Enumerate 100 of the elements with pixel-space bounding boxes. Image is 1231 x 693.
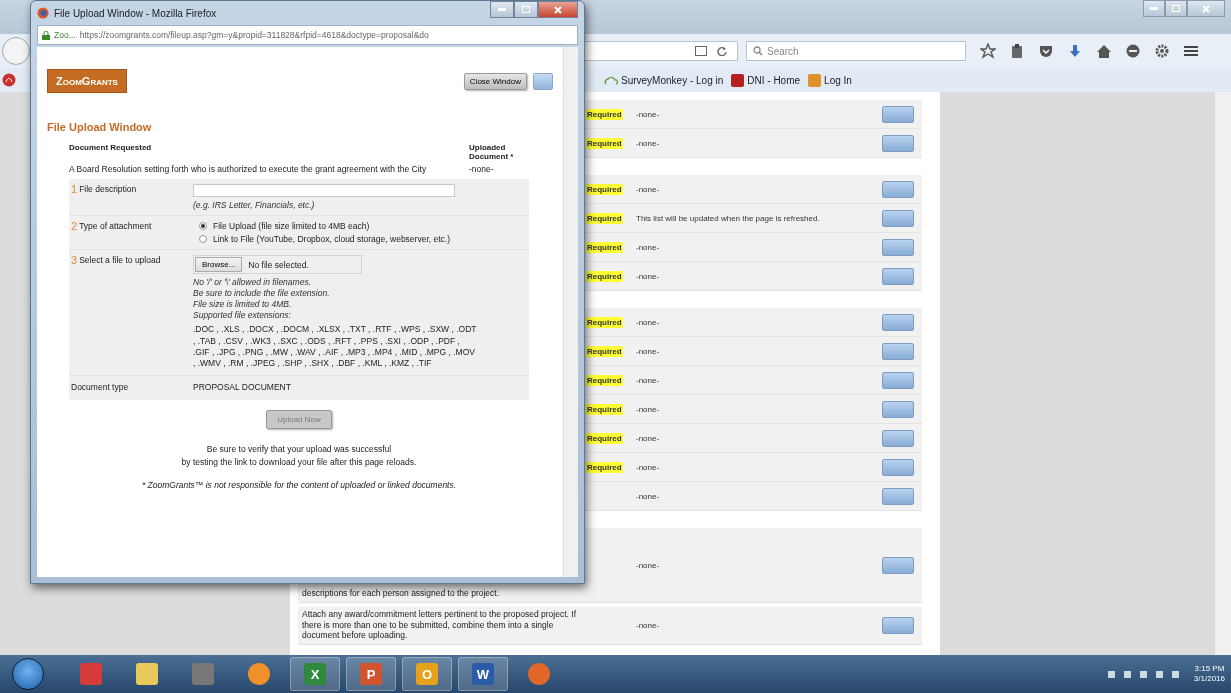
required-label: Required [586,374,623,386]
menu-icon[interactable] [1183,43,1199,59]
clock-date: 3/1/2016 [1193,674,1225,685]
bookmark-link[interactable]: SurveyMonkey - Log in [602,74,726,86]
document-type-value: PROPOSAL DOCUMENT [193,381,291,392]
verify-note: Be sure to verify that your upload was successful [205,442,393,456]
step-label: Type of attachment [79,221,152,232]
column-header: Uploaded Document * [469,143,515,161]
bookmark-link[interactable]: DNI - Home [729,73,803,87]
address-bar[interactable]: Zoo... https://zoomgrants.com/fileup.asp?gm=y&propid=311828&rfpid=4618&doctype=proposal&do [37,25,578,45]
upload-status: -none- [635,491,661,501]
upload-note: No '/' or '\' allowed in filenames. [193,277,312,288]
pdf-bookmark-icon[interactable] [2,73,16,87]
search-icon [753,46,763,56]
start-button[interactable] [12,658,44,690]
row-button[interactable] [882,313,914,331]
row-button[interactable] [882,105,914,123]
close-window-button[interactable]: Close Window [463,72,527,90]
row-button[interactable] [882,180,914,198]
required-label: Required [586,108,623,120]
bookmark-icon [808,73,822,87]
upload-note: Be sure to include the file extension. [193,288,331,299]
verify-note: by testing the link to download your file after this page reloads. [180,455,418,469]
minimize-button[interactable] [490,1,514,18]
radio-button[interactable] [199,235,207,244]
slides-app-icon: P [360,663,382,685]
row-button[interactable] [882,429,914,447]
reload-icon[interactable] [717,46,727,56]
maximize-icon [1172,5,1180,12]
required-label: Required [586,212,623,224]
step-number: 3 [71,255,78,267]
step-label: Select a file to upload [79,255,161,266]
site-identity: Zoo... [54,30,76,40]
maximize-button[interactable] [514,1,538,18]
upload-status: -none- [635,184,661,194]
file-status: No file selected. [248,259,309,270]
row-button[interactable] [882,134,914,152]
home-icon[interactable] [1096,43,1112,59]
bookmark-link[interactable]: Log In [806,73,854,87]
row-button[interactable] [882,487,914,505]
document-description: descriptions for each person assigned to the project. [301,587,501,601]
row-button[interactable] [882,616,914,634]
search-field[interactable]: Search [746,41,966,61]
upload-status: -none- [635,462,661,472]
scrollbar[interactable] [1214,92,1231,655]
clock-time: 3:15 PM [1193,663,1225,674]
column-header: Document Requested [69,143,152,154]
download-arrow-icon[interactable] [1067,43,1083,59]
document-name: A Board Resolution setting forth who is authorized to execute the grant agreement with the City [69,164,428,176]
taskbar-app-button[interactable]: P [346,657,396,691]
taskbar-app-button[interactable]: X [290,657,340,691]
required-label: Required [586,137,623,149]
row-button[interactable] [882,371,914,389]
row-button[interactable] [882,238,914,256]
radio-button[interactable] [199,222,207,231]
bookmark-icon [731,73,745,87]
required-label: Required [586,461,623,473]
mail-app-icon: O [416,663,438,685]
close-button[interactable] [538,1,578,18]
browse-button[interactable]: Browse... [195,257,243,273]
option-label: Link to File (YouTube, Dropbox, cloud storage, webserver, etc.) [213,234,451,245]
row-button[interactable] [882,556,914,574]
row-button[interactable] [882,267,914,285]
window-title: File Upload Window - Mozilla Firefox [54,7,218,19]
row-button[interactable] [882,458,914,476]
zoomgrants-logo: ZoomGrants [47,69,127,93]
option-label: File Upload (file size limited to 4MB each) [213,221,370,232]
close-button[interactable] [1187,0,1225,17]
required-label: Required [586,345,623,357]
row-button[interactable] [882,400,914,418]
upload-status: -none- [635,346,661,356]
step-number: 2 [71,221,78,233]
upload-status: -none- [635,375,661,385]
disclaimer: * ZoomGrants™ is not responsible for the content of uploaded or linked documents. [140,480,458,491]
upload-status: -none- [635,560,661,570]
gear-icon[interactable] [1154,43,1170,59]
small-button[interactable] [533,72,553,90]
maximize-button[interactable] [1165,0,1187,17]
minimize-button[interactable] [1143,0,1165,17]
back-button[interactable] [2,37,30,65]
search-input[interactable]: Search [767,45,947,57]
taskbar-app-button[interactable]: W [458,657,508,691]
page-url: https://zoomgrants.com/fileup.asp?gm=y&propid=311828&rfpid=4618&doctype=proposal&do [79,30,429,40]
file-description-field[interactable] [193,184,455,198]
maximize-icon [522,6,530,13]
clock[interactable]: 3:15 PM 3/1/2016 [1193,663,1225,685]
scrollbar[interactable] [563,47,578,577]
pocket-icon[interactable] [1038,43,1054,59]
clipboard-icon[interactable] [1009,43,1025,59]
file-picker[interactable]: Browse... No file selected. [193,255,362,275]
required-label: Required [586,432,623,444]
required-label: Required [586,183,623,195]
close-icon [1202,4,1210,13]
uploaded-document: -none- [469,164,495,176]
upload-status: -none- [635,109,661,119]
row-button[interactable] [882,209,914,227]
upload-status: -none- [635,271,661,281]
bookmark-star-icon[interactable] [980,43,996,59]
upload-status: -none- [635,242,661,252]
row-button[interactable] [882,342,914,360]
